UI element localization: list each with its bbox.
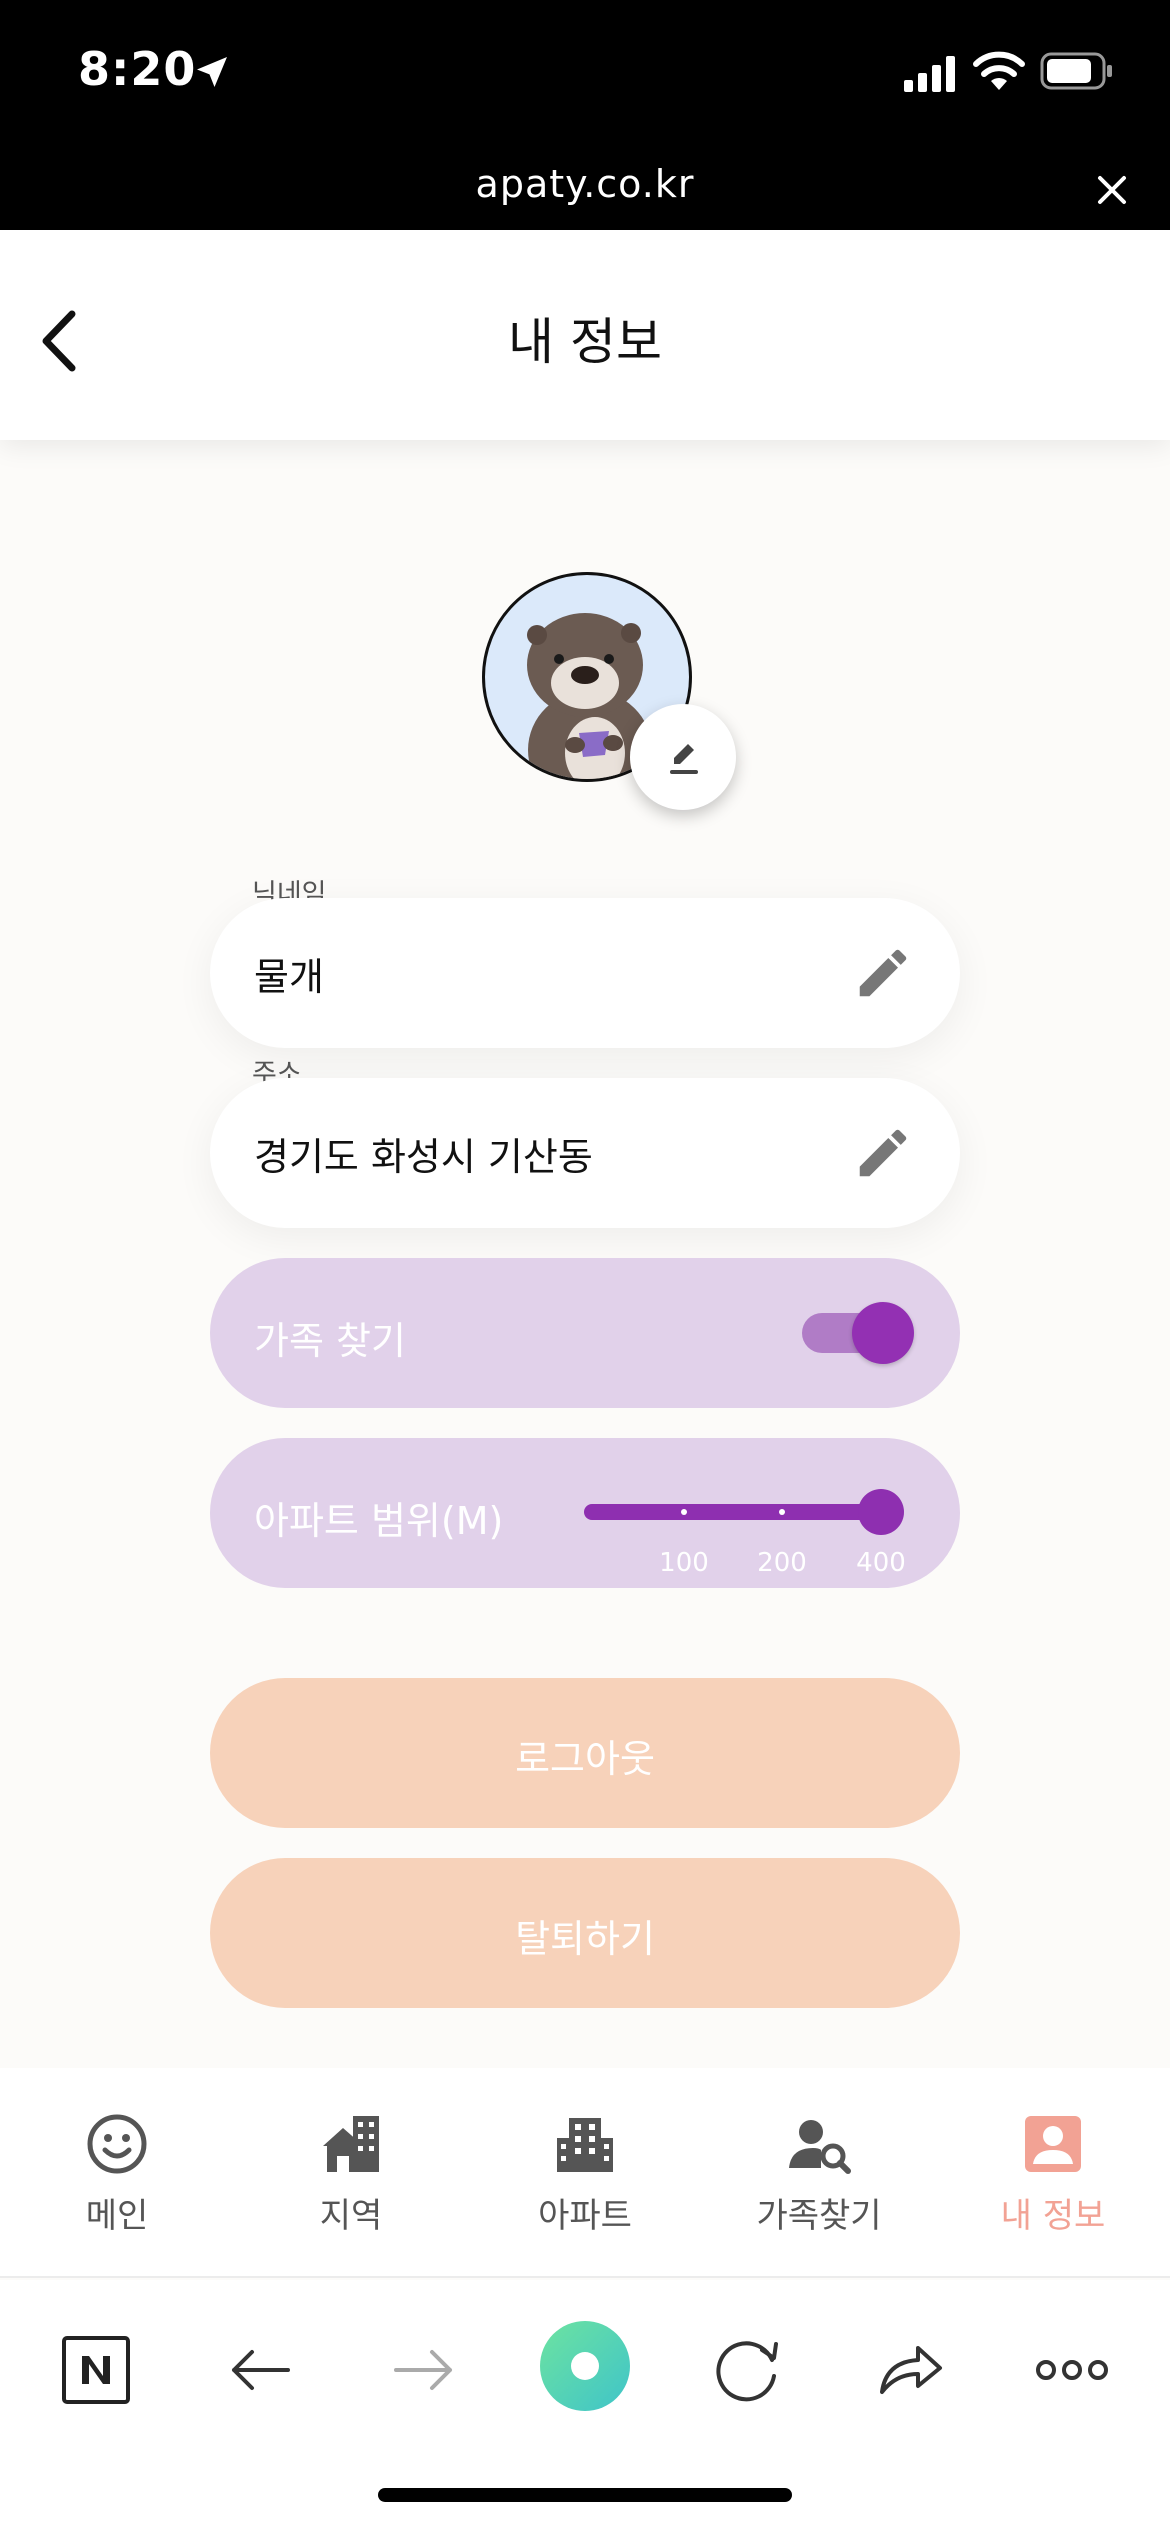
refresh-icon[interactable] — [696, 2320, 796, 2420]
bottom-tab-bar: 메인 지역 아파트 가족찾기 내 정보 — [0, 2068, 1170, 2278]
tab-family-search-label: 가족찾기 — [756, 2196, 882, 2236]
slider-track — [584, 1504, 896, 1520]
family-search-toggle[interactable] — [802, 1300, 914, 1366]
address-field: 경기도 화성시 기산동 — [210, 1078, 960, 1228]
edit-address-icon[interactable] — [852, 1122, 914, 1184]
cellular-signal-icon — [904, 56, 955, 92]
status-bar: 8:20 apaty.co.kr — [0, 0, 1170, 230]
slider-tick-200: 200 — [757, 1548, 807, 1578]
naver-n-icon[interactable] — [46, 2320, 146, 2420]
smiley-icon — [87, 2114, 147, 2174]
tab-apartment-label: 아파트 — [538, 2196, 632, 2236]
nickname-field: 물개 — [210, 898, 960, 1048]
wifi-icon — [973, 51, 1025, 90]
status-time: 8:20 — [78, 42, 197, 96]
logout-label: 로그아웃 — [515, 1739, 655, 1781]
apartment-range-slider[interactable]: 100 200 400 — [584, 1478, 924, 1578]
withdraw-label: 탈퇴하기 — [515, 1919, 655, 1961]
slider-knob[interactable] — [858, 1489, 904, 1535]
tab-my-info-label: 내 정보 — [1000, 2196, 1106, 2236]
family-search-row: 가족 찾기 — [210, 1258, 960, 1408]
more-options-icon[interactable] — [1022, 2320, 1122, 2420]
slider-step-dot — [681, 1509, 687, 1515]
toggle-knob — [852, 1302, 914, 1364]
address-value: 경기도 화성시 기산동 — [254, 1135, 593, 1179]
share-icon[interactable] — [860, 2320, 960, 2420]
slider-step-dot — [779, 1509, 785, 1515]
avatar-edit-button[interactable] — [630, 704, 736, 810]
tab-region[interactable]: 지역 — [234, 2068, 468, 2278]
browser-url[interactable]: apaty.co.kr — [0, 162, 1170, 206]
tab-main[interactable]: 메인 — [0, 2068, 234, 2278]
building-icon — [557, 2118, 613, 2172]
browser-forward-icon[interactable] — [374, 2320, 474, 2420]
person-search-icon — [789, 2120, 851, 2174]
browser-back-icon[interactable] — [210, 2320, 310, 2420]
tab-apartment[interactable]: 아파트 — [468, 2068, 702, 2278]
slider-tick-100: 100 — [659, 1548, 709, 1578]
location-arrow-icon — [197, 57, 227, 87]
tab-main-label: 메인 — [85, 2196, 149, 2236]
page-title: 내 정보 — [508, 313, 662, 371]
logout-button[interactable]: 로그아웃 — [210, 1678, 960, 1828]
apartment-range-row: 아파트 범위(M) 100 200 400 — [210, 1438, 960, 1588]
region-icon — [323, 2116, 379, 2172]
nickname-value: 물개 — [254, 955, 324, 999]
home-indicator — [378, 2488, 792, 2502]
close-icon[interactable] — [1092, 170, 1132, 210]
battery-icon — [1040, 52, 1112, 90]
account-box-icon — [1025, 2116, 1081, 2172]
tab-family-search[interactable]: 가족찾기 — [702, 2068, 936, 2278]
edit-nickname-icon[interactable] — [852, 942, 914, 1004]
slider-tick-400: 400 — [856, 1548, 906, 1578]
pencil-icon — [670, 744, 698, 774]
green-dot-icon[interactable] — [535, 2316, 635, 2416]
withdraw-button[interactable]: 탈퇴하기 — [210, 1858, 960, 2008]
tab-region-label: 지역 — [319, 2196, 383, 2236]
apartment-range-label: 아파트 범위(M) — [254, 1499, 504, 1543]
tab-my-info[interactable]: 내 정보 — [936, 2068, 1170, 2278]
family-search-label: 가족 찾기 — [254, 1319, 406, 1363]
page-header: 내 정보 — [0, 230, 1170, 440]
